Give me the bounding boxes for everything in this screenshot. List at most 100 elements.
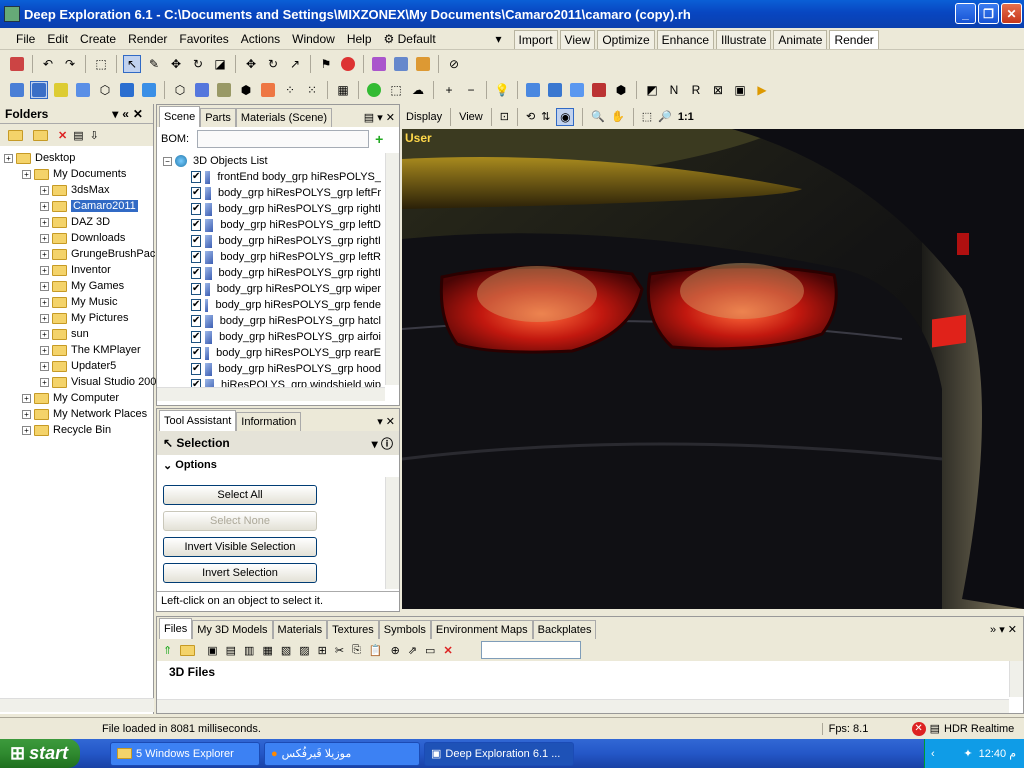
ribbon-tab-illustrate[interactable]: Illustrate xyxy=(716,29,772,49)
rotate-icon[interactable]: ↻ xyxy=(189,55,207,73)
tab-symbols[interactable]: Symbols xyxy=(378,620,431,639)
edge-icon[interactable]: ◩ xyxy=(643,81,661,99)
scale-icon[interactable]: ◪ xyxy=(211,55,229,73)
material-icon[interactable] xyxy=(370,55,388,73)
restore-button[interactable]: ❐ xyxy=(978,3,999,24)
view-medium-icon[interactable]: ▤ xyxy=(226,644,236,657)
zoom-icon[interactable]: 🔍 xyxy=(591,110,605,123)
3d-viewport[interactable]: User xyxy=(402,129,1024,609)
network-icon[interactable]: ✦ xyxy=(963,747,972,760)
visibility-checkbox[interactable]: ✔ xyxy=(191,251,202,263)
undo-icon[interactable]: ↶ xyxy=(39,55,57,73)
scene-hscroll[interactable] xyxy=(157,387,385,401)
task-firefox[interactable]: ● موزيلا فَيرفُكس xyxy=(264,741,420,766)
folder-item[interactable]: + sun xyxy=(40,326,89,342)
visibility-checkbox[interactable]: ✔ xyxy=(191,219,202,231)
options-header[interactable]: ⌄ Options xyxy=(157,455,399,475)
folder-item[interactable]: + Visual Studio 2008 xyxy=(40,374,163,390)
scene-vscroll[interactable] xyxy=(385,153,399,385)
visibility-checkbox[interactable]: ✔ xyxy=(191,315,202,327)
object-row[interactable]: ✔ body_grp hiResPOLYS_grp leftFr xyxy=(191,185,381,201)
delete-icon[interactable]: ✕ xyxy=(58,129,67,142)
expand-icon[interactable]: + xyxy=(40,217,49,227)
minus-icon[interactable]: − xyxy=(462,81,480,99)
object-row[interactable]: ✔ body_grp hiResPOLYS_grp fende xyxy=(191,297,381,313)
tab-backplates[interactable]: Backplates xyxy=(532,620,597,639)
expand-icon[interactable]: + xyxy=(40,345,49,355)
clock[interactable]: 12:40 م xyxy=(979,747,1016,760)
visibility-checkbox[interactable]: ✔ xyxy=(191,235,202,247)
redo-icon[interactable]: ↷ xyxy=(61,55,79,73)
folder-item[interactable]: + Inventor xyxy=(40,262,111,278)
library-hscroll[interactable] xyxy=(157,699,1009,713)
tab-information[interactable]: Information xyxy=(236,412,302,431)
tool-vscroll[interactable] xyxy=(385,477,399,589)
ribbon-tab-render[interactable]: Render xyxy=(829,29,879,49)
view-wire-icon[interactable]: ⬢ xyxy=(612,81,630,99)
import-icon[interactable]: ⇩ xyxy=(90,129,99,142)
rotate-pivot-icon[interactable]: ↻ xyxy=(264,55,282,73)
view-details-icon[interactable]: ▧ xyxy=(281,644,291,657)
zoom-fit-icon[interactable]: 🔎 xyxy=(658,110,672,123)
expand-icon[interactable]: + xyxy=(40,185,49,195)
library-vscroll[interactable] xyxy=(1009,661,1023,697)
folder-item[interactable]: + Downloads xyxy=(40,230,125,246)
view-list-icon[interactable]: ▦ xyxy=(262,644,272,657)
folder-item[interactable]: + My Pictures xyxy=(40,310,128,326)
tab-files[interactable]: Files xyxy=(159,618,193,639)
fog-icon[interactable]: ☁ xyxy=(409,81,427,99)
cube-shaded-icon[interactable] xyxy=(8,81,26,99)
bom-select[interactable] xyxy=(197,130,370,148)
points-icon[interactable]: ⁘ xyxy=(281,81,299,99)
new-folder2-icon[interactable]: ⊕ xyxy=(391,644,400,657)
grid-icon[interactable]: ▦ xyxy=(334,81,352,99)
expand-icon[interactable]: + xyxy=(40,313,49,323)
object-row[interactable]: ✔ body_grp hiResPOLYS_grp rearE xyxy=(191,345,381,361)
task-deep-exploration[interactable]: ▣ Deep Exploration 6.1 ... xyxy=(424,741,574,766)
cube-light-icon[interactable] xyxy=(140,81,158,99)
ribbon-tab-view[interactable]: View xyxy=(559,29,596,49)
select-box-icon[interactable]: ⬚ xyxy=(92,55,110,73)
paste-icon[interactable]: 📋 xyxy=(369,644,383,657)
folder-item[interactable]: + Desktop xyxy=(4,150,75,166)
points-red-icon[interactable]: ⁙ xyxy=(303,81,321,99)
pan-icon[interactable]: ✋ xyxy=(611,110,625,123)
add-icon[interactable]: + xyxy=(375,131,383,147)
expand-icon[interactable]: + xyxy=(22,393,31,403)
tab-materials-scene[interactable]: Materials (Scene) xyxy=(235,108,333,127)
sphere-icon[interactable] xyxy=(365,81,383,99)
menu-render[interactable]: Render xyxy=(122,32,173,46)
cube-solid-icon[interactable] xyxy=(30,81,48,99)
expand-icon[interactable]: + xyxy=(40,297,49,307)
view-tiles-icon[interactable]: ▨ xyxy=(299,644,309,657)
menu-create[interactable]: Create xyxy=(74,32,122,46)
visibility-checkbox[interactable]: ✔ xyxy=(191,203,202,215)
tab-parts[interactable]: Parts xyxy=(200,108,236,127)
camera-icon[interactable]: ◉ xyxy=(556,107,575,126)
tab-tool-assistant[interactable]: Tool Assistant xyxy=(159,410,237,431)
tab-my-3d-models[interactable]: My 3D Models xyxy=(192,620,273,639)
package-icon[interactable] xyxy=(414,55,432,73)
properties-icon[interactable]: ▤ xyxy=(73,129,83,142)
stop-icon[interactable]: ⊘ xyxy=(445,55,463,73)
object-row[interactable]: ✔ frontEnd body_grp hiResPOLYS_ xyxy=(191,169,381,185)
panel-controls-icon[interactable]: ▾«✕ xyxy=(112,107,153,121)
expand-icon[interactable]: + xyxy=(22,169,31,179)
cube-wire-icon[interactable]: ⬡ xyxy=(96,81,114,99)
view-side-icon[interactable] xyxy=(568,81,586,99)
view-large-icon[interactable]: ▣ xyxy=(207,644,217,657)
open-icon[interactable] xyxy=(8,55,26,73)
tab-materials[interactable]: Materials xyxy=(272,620,328,639)
record-icon[interactable] xyxy=(339,55,357,73)
clear-icon[interactable]: ⊠ xyxy=(709,81,727,99)
panel-menu-icon[interactable]: ▤ ▾ ✕ xyxy=(360,111,399,127)
object-row[interactable]: ✔ body_grp hiResPOLYS_grp rightI xyxy=(191,201,381,217)
folder-item[interactable]: + Camaro2011 xyxy=(40,198,138,214)
expand-icon[interactable]: + xyxy=(22,409,31,419)
folder-item[interactable]: + Updater5 xyxy=(40,358,116,374)
cube-yellow-icon[interactable] xyxy=(52,81,70,99)
minimize-button[interactable]: _ xyxy=(955,3,976,24)
book-icon[interactable] xyxy=(392,55,410,73)
tab-scene[interactable]: Scene xyxy=(159,106,201,127)
view-red-icon[interactable] xyxy=(590,81,608,99)
